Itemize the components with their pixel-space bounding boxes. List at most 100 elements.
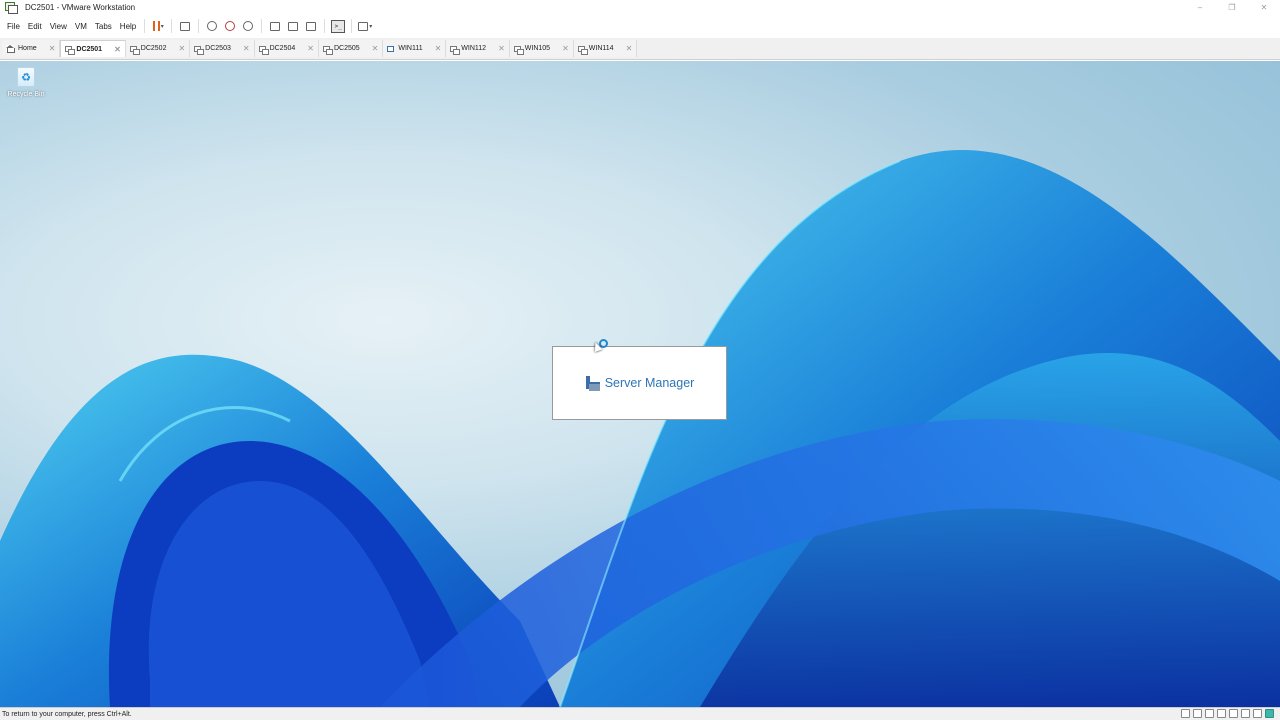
tab-bar: Home ✕ DC2501 ✕ DC2502 ✕ DC2503 ✕ DC2504… <box>0 38 1280 60</box>
toolbar-separator <box>198 19 200 33</box>
revert-snapshot-icon <box>225 21 236 31</box>
menu-help[interactable]: Help <box>116 22 140 31</box>
tab-label: WIN114 <box>588 45 614 52</box>
recycle-bin[interactable]: ♻ Recycle Bin <box>4 67 48 98</box>
close-icon[interactable]: ✕ <box>49 44 56 53</box>
vm-icon <box>129 45 140 55</box>
take-snapshot-button[interactable] <box>203 17 221 35</box>
close-icon[interactable]: ✕ <box>243 44 250 53</box>
thumbnail-icon <box>288 21 299 31</box>
tab-label: WIN111 <box>398 45 423 52</box>
tab-win105[interactable]: WIN105 ✕ <box>509 40 574 57</box>
close-button[interactable]: ✕ <box>1248 0 1280 14</box>
tab-dc2501[interactable]: DC2501 ✕ <box>60 40 126 57</box>
window-title: DC2501 - VMware Workstation <box>25 2 136 12</box>
minimize-button[interactable]: – <box>1184 0 1216 14</box>
tab-label: DC2503 <box>205 45 231 52</box>
window-controls: – ❐ ✕ <box>1184 0 1280 14</box>
tab-home[interactable]: Home ✕ <box>2 40 61 57</box>
recycle-bin-icon: ♻ <box>17 67 35 87</box>
console-view-icon: >_ <box>331 19 346 33</box>
stretch-icon <box>358 21 369 31</box>
vm-icon <box>322 45 333 55</box>
message-log-icon[interactable] <box>1265 709 1274 718</box>
tab-win114[interactable]: WIN114 ✕ <box>573 40 638 57</box>
home-icon <box>6 45 15 53</box>
menu-tabs[interactable]: Tabs <box>91 22 116 31</box>
toolbar-separator <box>144 19 146 33</box>
close-icon[interactable]: ✕ <box>114 45 121 54</box>
tab-label: DC2505 <box>333 45 360 52</box>
usb-icon[interactable] <box>1217 709 1226 718</box>
pause-button[interactable]: ▾ <box>149 17 167 35</box>
vm-icon <box>577 45 588 55</box>
send-keys-icon <box>180 21 191 31</box>
library-icon <box>270 21 281 31</box>
vm-icon <box>513 45 524 55</box>
tab-win112[interactable]: WIN112 ✕ <box>446 40 510 57</box>
chevron-down-icon: ▾ <box>160 23 164 30</box>
snapshot-icon <box>207 21 218 31</box>
vmware-app-icon <box>5 2 18 14</box>
vm-icon <box>65 46 76 55</box>
win-vm-icon <box>387 45 395 52</box>
close-icon[interactable]: ✕ <box>178 44 185 53</box>
title-bar: DC2501 - VMware Workstation – ❐ ✕ <box>0 0 1280 14</box>
menu-edit[interactable]: Edit <box>24 22 46 31</box>
tab-dc2504[interactable]: DC2504 ✕ <box>254 40 319 57</box>
toolbar-separator <box>171 19 173 33</box>
status-message: To return to your computer, press Ctrl+A… <box>2 710 132 718</box>
close-icon[interactable]: ✕ <box>435 44 442 53</box>
server-manager-splash: Server Manager <box>552 346 727 420</box>
tab-label: Home <box>18 45 37 52</box>
snapshot-manager-icon <box>243 21 254 31</box>
tab-dc2505[interactable]: DC2505 ✕ <box>318 40 384 57</box>
status-bar: To return to your computer, press Ctrl+A… <box>0 707 1280 720</box>
fullscreen-icon <box>306 21 317 31</box>
sound-card-icon[interactable] <box>1229 709 1238 718</box>
vm-icon <box>450 45 461 55</box>
vm-icon <box>258 45 269 55</box>
menu-vm[interactable]: VM <box>71 22 91 31</box>
recycle-bin-label: Recycle Bin <box>7 91 45 98</box>
thumbnail-bar-button[interactable] <box>284 17 302 35</box>
tab-label: WIN105 <box>524 45 551 52</box>
display-icon[interactable] <box>1253 709 1262 718</box>
tab-label: DC2504 <box>269 45 296 52</box>
pause-icon <box>152 21 160 31</box>
stretch-guest-button[interactable]: ▾ <box>356 17 374 35</box>
console-view-button[interactable]: >_ <box>329 17 347 35</box>
network-adapter-icon[interactable] <box>1205 709 1214 718</box>
splash-title: Server Manager <box>604 376 695 390</box>
snapshot-manager-button[interactable] <box>239 17 257 35</box>
close-icon[interactable]: ✕ <box>498 44 505 53</box>
chevron-down-icon: ▾ <box>369 23 373 30</box>
maximize-button[interactable]: ❐ <box>1216 0 1248 14</box>
toolbar-separator <box>351 19 353 33</box>
menu-file[interactable]: File <box>3 22 24 31</box>
tab-label: WIN112 <box>461 45 487 52</box>
guest-desktop[interactable]: ♻ Recycle Bin Server Manager <box>0 61 1280 707</box>
printer-icon[interactable] <box>1241 709 1250 718</box>
close-icon[interactable]: ✕ <box>562 44 569 53</box>
server-manager-icon <box>585 376 601 391</box>
close-icon[interactable]: ✕ <box>307 44 314 53</box>
cd-dvd-icon[interactable] <box>1193 709 1202 718</box>
close-icon[interactable]: ✕ <box>372 44 379 53</box>
menu-toolbar: File Edit View VM Tabs Help ▾ >_ ▾ <box>0 14 1280 38</box>
toolbar-separator <box>324 19 326 33</box>
tab-dc2502[interactable]: DC2502 ✕ <box>125 40 191 57</box>
menu-view[interactable]: View <box>46 22 71 31</box>
tab-label: DC2502 <box>140 45 167 52</box>
toolbar-separator <box>261 19 263 33</box>
full-screen-button[interactable] <box>302 17 320 35</box>
hard-disk-icon[interactable] <box>1181 709 1190 718</box>
device-status-icons <box>1181 709 1274 718</box>
close-icon[interactable]: ✕ <box>626 44 633 53</box>
revert-snapshot-button[interactable] <box>221 17 239 35</box>
show-library-button[interactable] <box>266 17 284 35</box>
tab-dc2503[interactable]: DC2503 ✕ <box>190 40 255 57</box>
tab-label: DC2501 <box>76 45 103 53</box>
tab-win111[interactable]: WIN111 ✕ <box>383 40 447 57</box>
send-ctrl-alt-del-button[interactable] <box>176 17 194 35</box>
